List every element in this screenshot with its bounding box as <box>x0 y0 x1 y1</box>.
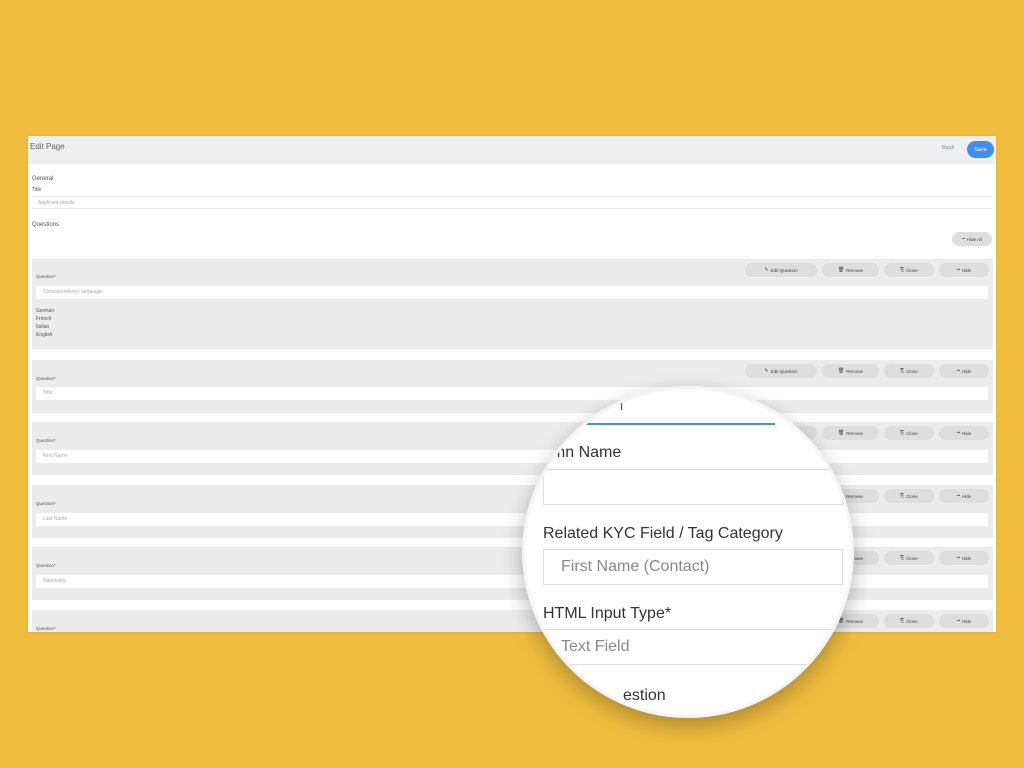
clone-label: Clone <box>906 493 918 499</box>
clone-label: Clone <box>906 555 918 561</box>
minus-icon: ━ <box>956 267 960 273</box>
hide-button[interactable]: ━ Hide <box>939 551 989 565</box>
remove-label: Remove <box>846 267 864 273</box>
clone-button[interactable]: ⎘ Clone <box>884 426 934 440</box>
clone-icon: ⎘ <box>900 493 905 499</box>
hide-button[interactable]: ━ Hide <box>939 263 989 277</box>
magnifier-overlay: l umn Name Related KYC Field / Tag Categ… <box>522 386 854 718</box>
column-name-input[interactable] <box>543 469 843 505</box>
clone-icon: ⎘ <box>900 430 905 436</box>
back-link[interactable]: Back <box>942 145 954 151</box>
hide-all-button[interactable]: ━ Hide All <box>952 232 992 246</box>
kyc-field-input[interactable]: First Name (Contact) <box>543 549 843 585</box>
remove-label: Remove <box>846 618 864 624</box>
question-input[interactable]: Title <box>36 387 988 400</box>
clone-icon: ⎘ <box>900 368 905 374</box>
zoom-fragment: l <box>620 397 624 413</box>
hide-label: Hide <box>961 618 972 624</box>
edit-icon: ✎ <box>764 267 769 273</box>
clone-button[interactable]: ⎘ Clone <box>884 364 934 378</box>
hide-label: Hide <box>961 493 972 499</box>
clone-label: Clone <box>906 267 918 273</box>
edit-question-button[interactable]: ✎Edit Question <box>745 263 817 277</box>
hide-button[interactable]: ━ Hide <box>939 426 989 440</box>
option-item: Italian <box>36 324 50 330</box>
question-input[interactable]: First Name <box>36 450 988 463</box>
hide-label: Hide <box>961 267 972 273</box>
clone-label: Clone <box>906 618 918 624</box>
edit-icon: ✎ <box>764 368 769 374</box>
save-button[interactable]: Save <box>967 141 994 158</box>
question-block: Question* First Name ✎Edit Question 🗑Rem… <box>32 422 993 475</box>
minus-icon: ━ <box>956 618 960 624</box>
remove-label: Remove <box>846 430 864 436</box>
hide-label: Hide <box>961 368 972 374</box>
hide-button[interactable]: ━ Hide <box>939 489 989 503</box>
minus-icon: ━ <box>956 368 960 374</box>
edit-question-button[interactable]: ✎Edit Question <box>745 364 817 378</box>
zoom-bottom-fragment: estion <box>623 687 666 704</box>
hide-label: Hide <box>961 555 972 561</box>
option-item: English <box>36 332 53 338</box>
active-field-underline <box>525 423 775 425</box>
trash-icon: 🗑 <box>837 267 845 273</box>
edit-label: Edit Question <box>770 267 798 273</box>
hide-button[interactable]: ━ Hide <box>939 364 989 378</box>
edit-label: Edit Question <box>770 368 798 374</box>
minus-icon: ━ <box>956 555 960 561</box>
clone-button[interactable]: ⎘ Clone <box>884 489 934 503</box>
remove-button[interactable]: 🗑Remove <box>822 364 879 378</box>
clone-button[interactable]: ⎘ Clone <box>884 263 934 277</box>
general-heading: General <box>32 176 54 182</box>
kyc-field-label: Related KYC Field / Tag Category <box>543 525 783 542</box>
question-actions: ✎Edit Question 🗑Remove ⎘Clone ━Hide <box>745 263 989 277</box>
clone-label: Clone <box>906 430 918 436</box>
remove-label: Remove <box>846 368 864 374</box>
questions-heading: Questions <box>32 222 60 228</box>
answer-options: German French Italian English <box>36 307 54 339</box>
title-input[interactable]: Applicant details <box>32 196 992 209</box>
question-label: Question* <box>36 626 56 631</box>
clone-icon: ⎘ <box>900 555 905 561</box>
question-label: Question* <box>36 501 56 506</box>
question-label: Question* <box>36 563 56 568</box>
page-header: Edit Page Back Save <box>28 136 996 164</box>
column-name-label: umn Name <box>543 444 622 461</box>
input-type-select[interactable]: Text Field <box>543 629 843 665</box>
question-block: Question* ✎Edit Question 🗑Remove ⎘Clone … <box>32 610 993 632</box>
option-item: German <box>36 308 55 314</box>
question-actions: ✎Edit Question 🗑Remove ⎘Clone ━Hide <box>745 364 989 378</box>
remove-label: Remove <box>846 493 864 499</box>
minus-icon: ━ <box>956 493 960 499</box>
trash-icon: 🗑 <box>837 368 845 374</box>
hide-all-label: Hide All <box>966 236 982 242</box>
hide-label: Hide <box>961 430 972 436</box>
minus-icon: ━ <box>956 430 960 436</box>
question-label: Question* <box>36 274 56 279</box>
question-block: Question* Title ✎ Edit Question 🗑 Remove ⎘… <box>32 360 993 413</box>
clone-icon: ⎘ <box>900 267 905 273</box>
question-label: Question* <box>36 438 56 443</box>
input-type-label: HTML Input Type* <box>543 605 672 622</box>
minus-icon: ━ <box>962 236 965 241</box>
clone-icon: ⎘ <box>900 618 905 624</box>
option-item: French <box>36 316 52 322</box>
title-label: Title <box>32 187 42 193</box>
clone-button[interactable]: ⎘ Clone <box>884 614 934 628</box>
question-label: Question* <box>36 376 56 381</box>
question-block: Question* Correspondence language German… <box>32 259 993 349</box>
trash-icon: 🗑 <box>837 430 845 436</box>
remove-button[interactable]: 🗑Remove <box>822 263 879 277</box>
page-title: Edit Page <box>30 142 65 151</box>
clone-label: Clone <box>906 368 918 374</box>
hide-button[interactable]: ━ Hide <box>939 614 989 628</box>
remove-button[interactable]: 🗑Remove <box>822 426 879 440</box>
clone-button[interactable]: ⎘ Clone <box>884 551 934 565</box>
question-input[interactable]: Correspondence language <box>36 286 988 299</box>
